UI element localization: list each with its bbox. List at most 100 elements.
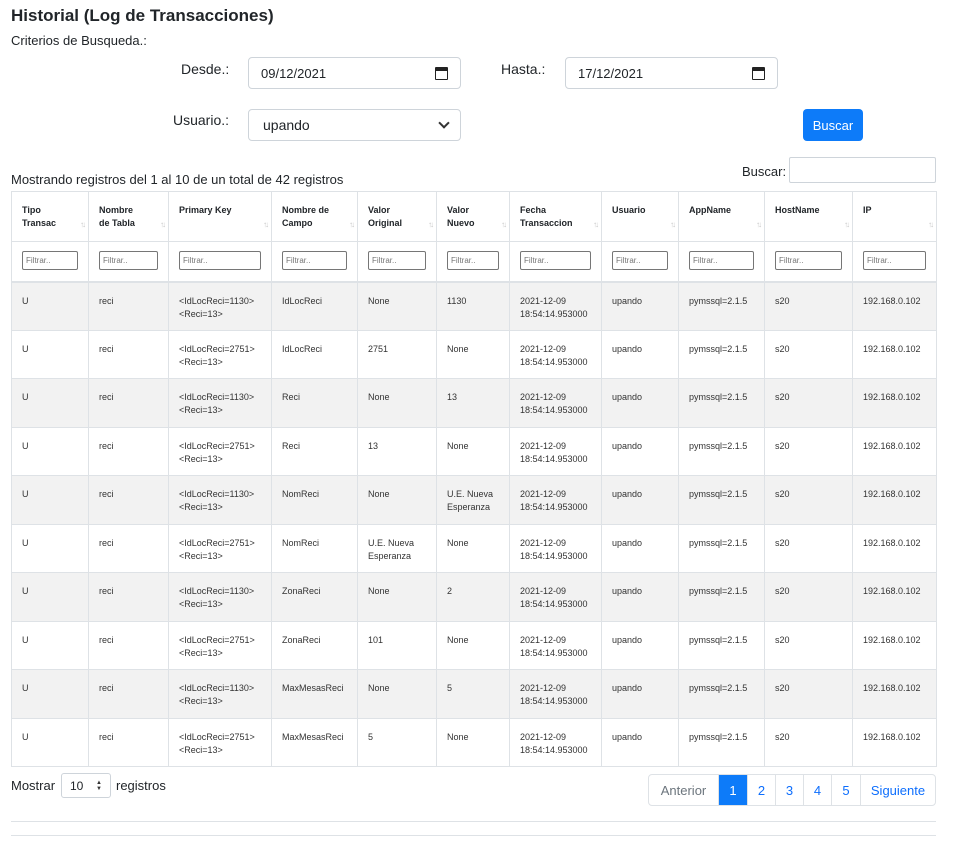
column-header-primary-key[interactable]: Primary Key ↑↓ (168, 191, 272, 242)
table-row[interactable]: Ureci <IdLocReci=1130> <Reci=13> IdLocReci N… (11, 281, 937, 331)
cell-text: MaxMesasReci (282, 731, 344, 742)
cell-usuario: upando (601, 378, 679, 428)
filter-input-appname[interactable]: Filtrar.. (689, 251, 754, 270)
cell-tipo-transac: U (11, 523, 89, 573)
sort-icon[interactable]: ↑↓ (80, 218, 86, 231)
page-1-button[interactable]: 1 (718, 775, 747, 805)
cell-hostname: s20 (764, 475, 853, 525)
cell-text: <IdLocReci=2751> (179, 537, 255, 548)
filter-input-tipo-transac[interactable]: Filtrar.. (22, 251, 78, 270)
table-row[interactable]: Ureci <IdLocReci=2751> <Reci=13> NomReci U.E… (11, 523, 937, 573)
previous-page-button[interactable]: Anterior (649, 775, 718, 805)
desde-date-input[interactable]: 09/12/2021 (248, 57, 461, 89)
sort-icon[interactable]: ↑↓ (428, 218, 434, 231)
filter-input-nombre-campo[interactable]: Filtrar.. (282, 251, 347, 270)
table-row[interactable]: Ureci <IdLocReci=1130> <Reci=13> ZonaReci No… (11, 572, 937, 622)
filter-input-ip[interactable]: Filtrar.. (863, 251, 926, 270)
cell-text: upando (612, 440, 643, 451)
sort-icon[interactable]: ↑↓ (349, 218, 355, 231)
cell-valor-original: None (357, 669, 437, 719)
records-info: Mostrando registros del 1 al 10 de un to… (11, 172, 344, 187)
cell-text: 101 (368, 634, 384, 645)
filter-input-nombre-tabla[interactable]: Filtrar.. (99, 251, 158, 270)
filter-input-valor-nuevo[interactable]: Filtrar.. (447, 251, 499, 270)
table-row[interactable]: Ureci <IdLocReci=1130> <Reci=13> NomReci Non… (11, 475, 937, 525)
table-row[interactable]: Ureci <IdLocReci=2751> <Reci=13> Reci 13 None… (11, 426, 937, 476)
column-header-valor-original[interactable]: Valor Original ↑↓ (357, 191, 437, 242)
hasta-date-input[interactable]: 17/12/2021 (565, 57, 778, 89)
cell-text: reci (99, 731, 114, 742)
cell-text: 192.168.0.102 (863, 586, 921, 596)
sort-icon[interactable]: ↑↓ (160, 218, 166, 231)
cell-text: pymssql=2.1.5 (689, 731, 748, 742)
cell-fecha-transaccion: 2021-12-09 18:54:14.953000 (509, 475, 602, 525)
column-header-appname[interactable]: AppName ↑↓ (678, 191, 765, 242)
cell-valor-original: None (357, 572, 437, 622)
table-search-input[interactable] (789, 157, 936, 183)
calendar-icon[interactable] (752, 66, 765, 80)
table-row[interactable]: Ureci <IdLocReci=1130> <Reci=13> MaxMesasRe… (11, 669, 937, 719)
page-4-button[interactable]: 4 (803, 775, 831, 805)
cell-text: <Reci=13> (179, 696, 223, 706)
filter-cell: Filtrar.. (271, 241, 358, 283)
column-header-label: Usuario (612, 205, 646, 215)
column-header-valor-nuevo[interactable]: Valor Nuevo ↑↓ (436, 191, 510, 242)
table-row[interactable]: Ureci <IdLocReci=1130> <Reci=13> Reci None 13… (11, 378, 937, 428)
cell-appname: pymssql=2.1.5 (678, 717, 765, 767)
cell-text: 5 (447, 683, 453, 693)
column-header-nombre-campo[interactable]: Nombre de Campo ↑↓ (271, 191, 358, 242)
cell-valor-nuevo: 13 (436, 378, 510, 428)
cell-text: <IdLocReci=1130> (179, 392, 255, 402)
sort-icon[interactable]: ↑↓ (844, 218, 850, 231)
buscar-button[interactable]: Buscar (803, 109, 863, 141)
chevron-down-icon (438, 117, 450, 129)
cell-text: upando (612, 392, 643, 402)
table-row[interactable]: Ureci <IdLocReci=2751> <Reci=13> ZonaReci 10… (11, 620, 937, 670)
column-header-usuario[interactable]: Usuario ↑↓ (601, 191, 679, 242)
filter-input-primary-key[interactable]: Filtrar.. (179, 251, 261, 270)
cell-valor-nuevo: None (436, 329, 510, 379)
next-page-button[interactable]: Siguiente (860, 775, 935, 805)
column-header-ip[interactable]: IP ↑↓ (852, 191, 937, 242)
sort-icon[interactable]: ↑↓ (501, 218, 507, 231)
cell-text: Esperanza (447, 502, 491, 512)
sort-icon[interactable]: ↑↓ (928, 218, 934, 231)
divider (11, 835, 936, 836)
sort-icon[interactable]: ↑↓ (263, 218, 269, 231)
cell-text: reci (99, 586, 114, 596)
column-header-hostname[interactable]: HostName ↑↓ (764, 191, 853, 242)
filter-cell: Filtrar.. (357, 241, 437, 283)
cell-ip: 192.168.0.102 (852, 475, 937, 525)
cell-text: 18:54:14.953000 (520, 647, 588, 658)
column-header-nombre-tabla[interactable]: Nombre de Tabla ↑↓ (88, 191, 169, 242)
column-header-fecha-transaccion[interactable]: Fecha Transaccion ↑↓ (509, 191, 602, 242)
sort-icon[interactable]: ↑↓ (593, 218, 599, 231)
filter-input-fecha-transaccion[interactable]: Filtrar.. (520, 251, 591, 270)
usuario-label: Usuario.: (173, 112, 230, 128)
cell-text: upando (612, 634, 643, 645)
cell-text: <IdLocReci=2751> (179, 440, 255, 451)
cell-text: 2021-12-09 (520, 489, 567, 499)
table-row[interactable]: Ureci <IdLocReci=2751> <Reci=13> MaxMesasRe… (11, 717, 937, 767)
filter-input-usuario[interactable]: Filtrar.. (612, 251, 668, 270)
page-length-select[interactable]: 10 ▲ ▼ (61, 773, 111, 798)
cell-fecha-transaccion: 2021-12-09 18:54:14.953000 (509, 572, 602, 622)
cell-tipo-transac: U (11, 329, 89, 379)
filter-input-hostname[interactable]: Filtrar.. (775, 251, 842, 270)
page-5-button[interactable]: 5 (831, 775, 860, 805)
page-3-button[interactable]: 3 (775, 775, 803, 805)
page-2-button[interactable]: 2 (747, 775, 775, 805)
cell-tipo-transac: U (11, 426, 89, 476)
column-header-label: Original (368, 218, 403, 228)
cell-valor-nuevo: U.E. Nueva Esperanza (436, 475, 510, 525)
cell-text: upando (612, 731, 643, 742)
column-header-tipo-transac[interactable]: Tipo Transac ↑↓ (11, 191, 89, 242)
table-row[interactable]: Ureci <IdLocReci=2751> <Reci=13> IdLocReci 2… (11, 329, 937, 379)
sort-icon[interactable]: ↑↓ (670, 218, 676, 231)
sort-icon[interactable]: ↑↓ (756, 218, 762, 231)
usuario-select[interactable]: upando (248, 109, 461, 141)
pagination: Anterior 1 2 3 4 5 Siguiente (648, 774, 936, 806)
calendar-icon[interactable] (435, 66, 448, 80)
column-header-label: Valor (368, 205, 391, 215)
filter-input-valor-original[interactable]: Filtrar.. (368, 251, 426, 270)
